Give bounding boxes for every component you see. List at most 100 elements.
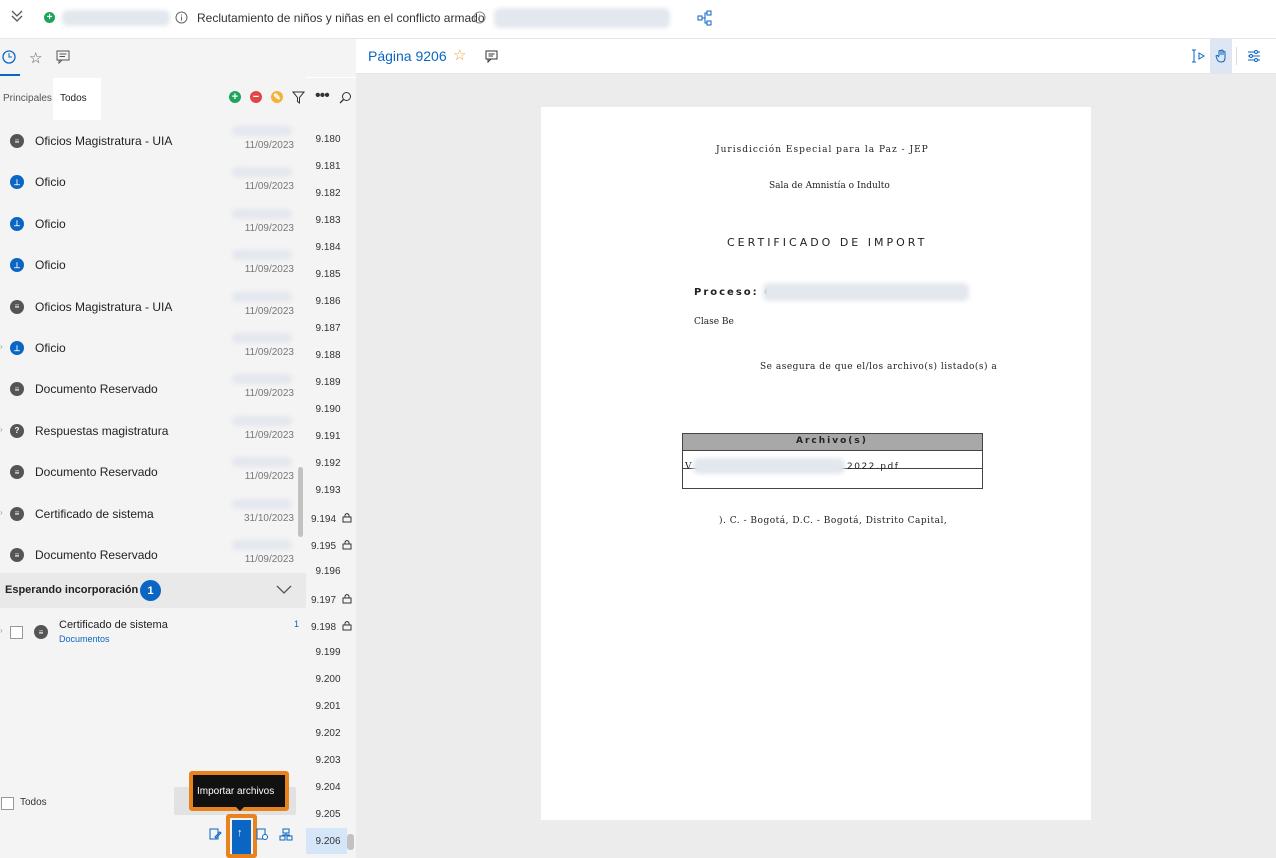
page-number[interactable]: 9.193 [306,485,350,496]
list-item-title: Documento Reservado [35,382,158,397]
page-number[interactable]: 9.183 [306,215,350,226]
page-number[interactable]: 9.198 [311,620,355,633]
page-number-label: 9.187 [315,323,341,334]
favorites-star-icon[interactable]: ☆ [29,49,42,67]
info-icon[interactable] [473,11,486,27]
page-number[interactable]: 9.181 [306,161,350,172]
list-item[interactable]: ⊥ Oficio 11/09/2023 [0,203,306,244]
search-icon[interactable] [339,91,352,107]
page-scrollbar[interactable] [347,834,354,850]
remove-filter-icon[interactable]: − [250,91,262,103]
document-icon: ≡ [10,382,24,397]
page-number[interactable]: 9.194 [311,512,355,525]
waiting-header[interactable]: Esperando incorporación 1 [0,573,306,608]
edit-document-icon[interactable] [209,828,222,844]
blurred-reference [232,250,292,261]
waiting-item-checkbox[interactable] [10,626,23,639]
tab-todos[interactable]: Todos [60,93,87,104]
expand-arrow-icon[interactable]: › [0,342,3,351]
comments-icon[interactable] [56,50,70,67]
list-scrollbar[interactable] [298,467,303,537]
page-number[interactable]: 9.202 [306,728,350,739]
page-number[interactable]: 9.192 [306,458,350,469]
page-number[interactable]: 9.185 [306,269,350,280]
expand-arrow-icon[interactable]: › [0,508,3,517]
chevron-down-icon[interactable] [276,584,292,598]
page-number[interactable]: 9.199 [306,647,350,658]
list-item[interactable]: ⊥ Oficio 11/09/2023 [0,244,306,285]
list-item[interactable]: › ≡ Certificado de sistema 31/10/2023 [0,493,306,534]
list-item[interactable]: ⊥ Oficio 11/09/2023 [0,161,306,202]
page-number[interactable]: 9.205 [306,809,350,820]
tab-principales[interactable]: Principales [3,93,52,104]
waiting-item[interactable]: › ≡ Certificado de sistema Documentos 1 [0,610,306,650]
expand-arrow-icon[interactable]: › [0,425,3,434]
list-item[interactable]: › ⊥ Oficio 11/09/2023 [0,327,306,368]
select-all-checkbox[interactable] [1,797,14,810]
list-item[interactable]: ≡ Documento Reservado 11/09/2023 [0,534,306,575]
page-number[interactable]: 9.201 [306,701,350,712]
list-item-title: Oficios Magistratura - UIA [35,299,173,314]
select-all-label: Todos [20,797,47,808]
settings-sliders-icon[interactable] [1247,49,1261,66]
more-options-icon[interactable]: ••• [315,87,330,105]
page-number[interactable]: 9.206 [306,836,350,847]
page-number[interactable]: 9.197 [311,593,355,606]
page-number[interactable]: 9.200 [306,674,350,685]
tab-todos-container[interactable]: Todos [53,78,101,120]
page-number[interactable]: 9.189 [306,377,350,388]
expand-arrow-icon[interactable]: › [0,626,3,635]
waiting-item-sub[interactable]: Documentos [59,634,110,644]
page-number[interactable]: 9.190 [306,404,350,415]
page-number-label: 9.190 [315,404,341,415]
blurred-reference [232,333,292,343]
page-number[interactable]: 9.187 [306,323,350,334]
collapse-chevron-icon[interactable] [10,9,24,26]
filter-icon[interactable] [291,91,306,107]
document-page: Jurisdicción Especial para la Paz - JEP … [541,107,1091,820]
text-select-icon[interactable] [1192,49,1206,66]
tooltip-arrow [234,805,246,811]
page-number[interactable]: 9.195 [311,539,355,552]
edit-filter-icon[interactable]: ✎ [271,91,283,103]
blurred-proceso [763,283,969,301]
waiting-count-badge: 1 [140,580,161,601]
add-filter-icon[interactable]: + [229,91,241,103]
list-item-date: 11/09/2023 [244,388,294,400]
page-number[interactable]: 9.186 [306,296,350,307]
list-item[interactable]: ≡ Oficios Magistratura - UIA 11/09/2023 [0,286,306,327]
document-search-icon[interactable] [256,828,269,844]
blurred-reference [232,540,292,550]
list-item[interactable]: ≡ Oficios Magistratura - UIA 11/09/2023 [0,120,306,161]
list-item[interactable]: ≡ Documento Reservado 11/09/2023 [0,451,306,492]
page-number[interactable]: 9.196 [306,566,350,577]
recent-clock-icon[interactable] [2,50,16,67]
blurred-reference [232,167,292,178]
stamp-icon: ⊥ [10,216,24,231]
page-number[interactable]: 9.184 [306,242,350,253]
organize-icon[interactable] [279,828,293,844]
page-number[interactable]: 9.191 [306,431,350,442]
hierarchy-icon[interactable] [697,10,713,29]
import-button-frame[interactable]: ↑ [226,814,257,858]
stamp-icon: ⊥ [10,258,24,273]
import-button[interactable]: ↑ [232,820,251,854]
page-number[interactable]: 9.203 [306,755,350,766]
list-item-title: Certificado de sistema [35,506,154,521]
page-number-label: 9.188 [315,350,341,361]
page-number[interactable]: 9.204 [306,782,350,793]
favorite-star-icon[interactable]: ☆ [453,46,466,64]
list-item[interactable]: ≡ Documento Reservado 11/09/2023 [0,368,306,409]
top-bar: + Reclutamiento de niños y niñas en el c… [0,0,1276,39]
add-icon[interactable]: + [44,12,55,23]
page-number[interactable]: 9.182 [306,188,350,199]
info-icon[interactable] [175,11,188,27]
list-item[interactable]: ›? Respuestas magistratura 11/09/2023 [0,410,306,451]
page-line-sala: Sala de Amnistía o Indulto [769,181,890,191]
page-number[interactable]: 9.188 [306,350,350,361]
hand-tool-button[interactable] [1210,39,1232,73]
subtabs-bar: Principales Todos + − ✎ ••• [0,78,356,120]
blurred-reference [232,291,292,302]
page-number[interactable]: 9.180 [306,134,350,145]
comment-icon[interactable] [485,50,498,66]
